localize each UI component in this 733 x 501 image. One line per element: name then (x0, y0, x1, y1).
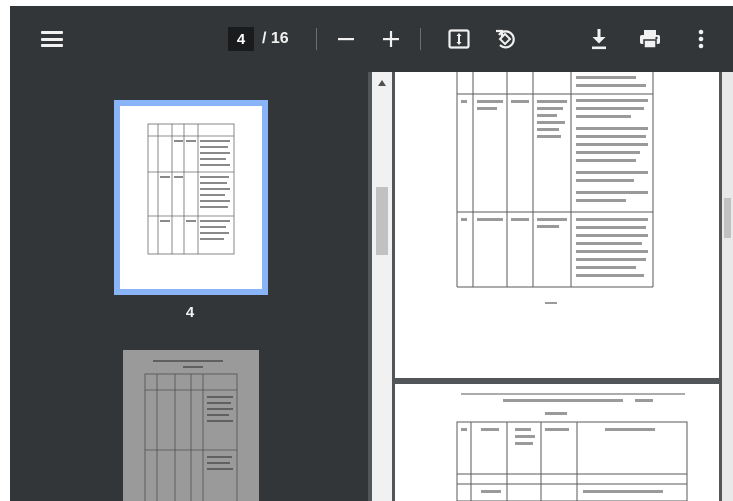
rotate-icon (496, 29, 515, 49)
menu-icon (41, 31, 63, 47)
thumbnail-image (120, 106, 262, 289)
thumbnail-page-4[interactable] (114, 100, 268, 295)
more-vert-icon (698, 29, 704, 49)
more-options-button[interactable] (690, 24, 712, 54)
thumbnail-image (144, 360, 238, 501)
document-page (395, 384, 719, 501)
download-button[interactable] (584, 24, 614, 54)
scrollbar-thumb[interactable] (376, 187, 388, 255)
zoom-in-button[interactable] (377, 26, 405, 52)
document-page (395, 72, 719, 378)
print-icon (640, 30, 660, 49)
page-total: / 16 (262, 30, 289, 47)
scrollbar-thumb[interactable] (724, 198, 731, 238)
thumbnail-page-label: 4 (185, 304, 195, 321)
zoom-out-button[interactable] (332, 26, 360, 52)
toolbar-divider (316, 28, 317, 50)
download-icon (592, 29, 606, 50)
toolbar-divider (420, 28, 421, 50)
fit-page-button[interactable] (444, 25, 474, 53)
document-scrollbar[interactable] (722, 72, 733, 501)
thumbnail-sidebar: 4 (10, 72, 368, 501)
thumbnail-page-5[interactable] (123, 350, 259, 501)
rotate-button[interactable] (490, 24, 520, 54)
sidebar-scrollbar[interactable] (372, 72, 392, 501)
zoom-in-icon (383, 31, 399, 47)
pdf-viewer: 4 / 16 4 (10, 6, 733, 501)
print-button[interactable] (634, 24, 666, 54)
fit-page-icon (448, 29, 470, 49)
zoom-out-icon (338, 38, 354, 41)
toolbar: 4 / 16 (10, 6, 733, 72)
menu-button[interactable] (34, 24, 70, 54)
page-number-input[interactable]: 4 (228, 27, 254, 51)
scroll-up-arrow-icon[interactable] (378, 80, 386, 86)
